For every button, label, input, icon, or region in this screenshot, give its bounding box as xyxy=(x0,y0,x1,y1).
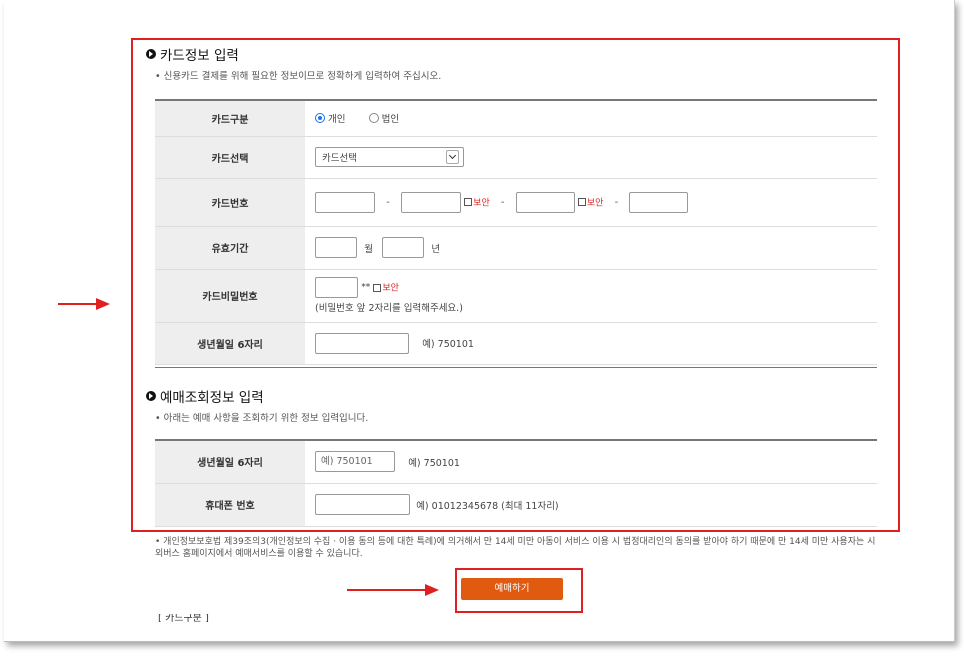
next-section-heading: [ 카드구분 ] xyxy=(158,614,209,622)
reserve-button[interactable]: 예매하기 xyxy=(461,578,563,600)
arrow-right-icon xyxy=(347,584,439,596)
privacy-notice: • 개인정보보호법 제39조의3(개인정보의 수집 · 이용 동의 등에 대한 … xyxy=(155,537,876,559)
arrow-right-icon xyxy=(58,298,110,310)
highlight-box-form xyxy=(131,38,900,532)
